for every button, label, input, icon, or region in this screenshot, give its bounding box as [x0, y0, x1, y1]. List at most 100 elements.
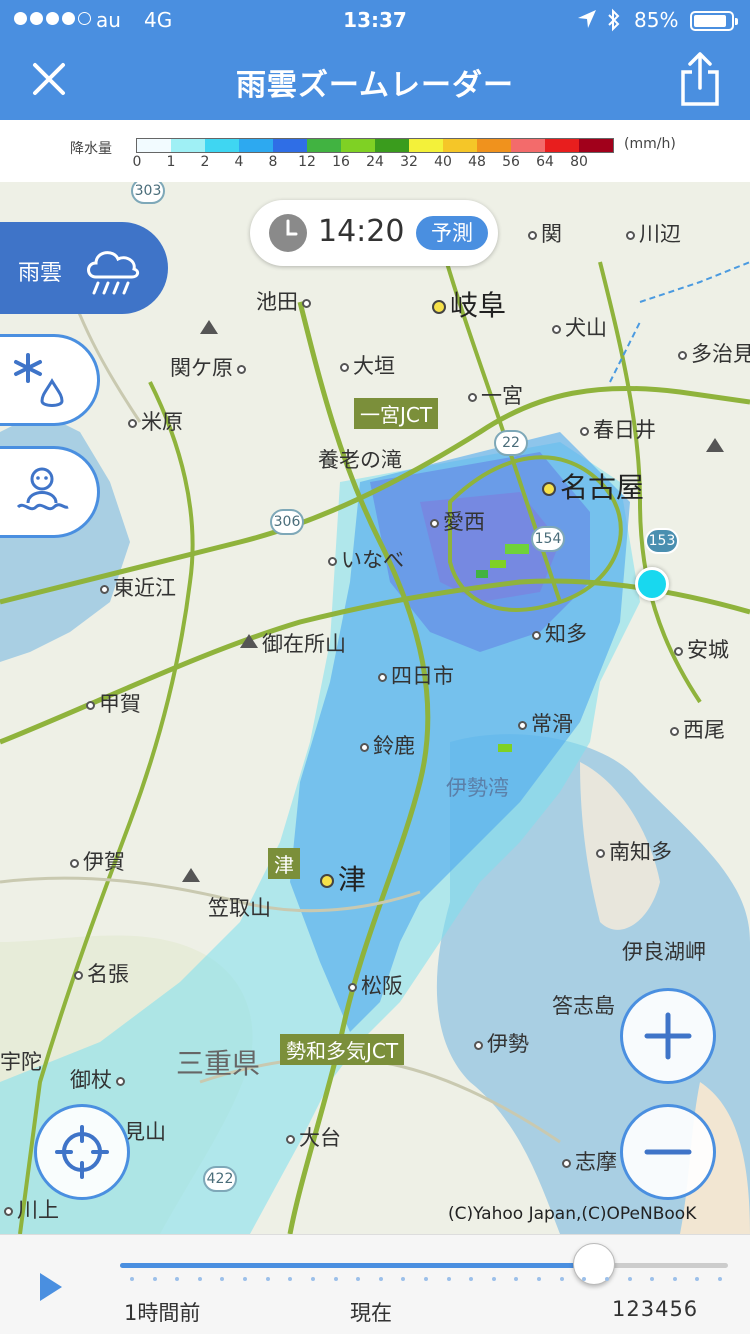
legend-swatch	[409, 139, 443, 152]
legend-tick-label: 12	[298, 154, 316, 170]
mountain-icon	[182, 868, 200, 882]
forecast-time-chip[interactable]: 14:20 予測	[250, 200, 498, 266]
place-label: 養老の滝	[318, 448, 402, 472]
timeline-tick	[197, 1277, 202, 1281]
place-label: 池田	[256, 286, 315, 316]
place-label: いなべ	[324, 544, 404, 574]
place-label: 四日市	[374, 660, 454, 690]
legend-label: 降水量	[70, 141, 112, 157]
bluetooth-icon	[606, 8, 622, 37]
timeline-tick	[288, 1277, 293, 1281]
share-button[interactable]	[672, 50, 728, 108]
place-label: 一宮	[464, 380, 523, 410]
place-label: 甲賀	[82, 688, 141, 718]
timeline-tick	[446, 1277, 451, 1281]
mountain-icon	[706, 438, 724, 452]
place-label: 御在所山	[262, 632, 346, 656]
zoom-in-button[interactable]	[620, 988, 716, 1084]
highway-junction-tag: 一宮JCT	[354, 398, 439, 429]
timeline-tick	[469, 1277, 474, 1281]
place-label: 春日井	[576, 414, 656, 444]
timeline-label-future: 123456	[612, 1297, 699, 1321]
place-label: 伊勢湾	[446, 776, 509, 800]
legend-tick-label: 80	[570, 154, 588, 170]
timeline-tick	[401, 1277, 406, 1281]
timeline-tick	[672, 1277, 677, 1281]
place-label: 東近江	[96, 572, 176, 602]
radar-map[interactable]: 303 22 306 154 153 422 関 川辺 岐阜 池田 犬山 多治見…	[0, 182, 750, 1234]
zoom-out-button[interactable]	[620, 1104, 716, 1200]
highway-junction-tag: 津	[268, 848, 300, 879]
legend-unit: (mm/h)	[624, 136, 676, 152]
forecast-time: 14:20	[318, 214, 405, 249]
timeline-tick	[695, 1277, 700, 1281]
highway-junction-tag: 勢和多気JCT	[280, 1034, 405, 1065]
mountain-icon	[200, 320, 218, 334]
legend-tick-label: 48	[468, 154, 486, 170]
legend-swatch	[545, 139, 579, 152]
legend-tick-label: 56	[502, 154, 520, 170]
route-shield: 303	[131, 182, 165, 204]
place-label: 大垣	[336, 350, 395, 380]
timeline-tick	[310, 1277, 315, 1281]
place-label: 御杖	[70, 1064, 129, 1094]
place-label: 三重県	[176, 1047, 261, 1080]
current-location-marker	[635, 567, 669, 601]
timeline-tick	[604, 1277, 609, 1281]
place-label: 川上	[0, 1194, 59, 1224]
route-shield: 422	[203, 1166, 237, 1192]
timeline-tick	[514, 1277, 519, 1281]
legend-swatch	[375, 139, 409, 152]
place-label: 関ケ原	[170, 352, 250, 382]
timeline-tick	[130, 1277, 134, 1281]
legend-tick-label: 1	[166, 154, 176, 170]
battery-icon	[690, 11, 738, 31]
snow-icon	[14, 353, 64, 407]
place-label: 犬山	[548, 312, 607, 342]
rain-cloud-icon	[87, 251, 140, 295]
plus-icon	[644, 1012, 692, 1060]
location-arrow-icon	[576, 8, 598, 35]
place-label: 大台	[282, 1122, 341, 1152]
place-label: 西尾	[666, 714, 725, 744]
timeline-tick	[650, 1277, 655, 1281]
tab-rain-cloud[interactable]: 雨雲	[0, 222, 168, 314]
legend-swatch	[239, 139, 273, 152]
place-label: 安城	[670, 634, 729, 664]
timeline-tick	[175, 1277, 180, 1281]
place-label: 伊賀	[66, 846, 125, 876]
timeline-tick	[152, 1277, 157, 1281]
timeline-label-past: 1時間前	[124, 1301, 201, 1325]
place-label: 名古屋	[538, 466, 644, 506]
legend-swatch	[341, 139, 375, 152]
share-icon	[681, 52, 719, 106]
timeline-bar: 1時間前 現在 123456	[0, 1234, 750, 1334]
place-label: 鈴鹿	[356, 730, 415, 760]
play-button[interactable]	[40, 1273, 62, 1301]
status-bar: au 4G 13:37 85%	[0, 0, 750, 40]
legend-swatch	[273, 139, 307, 152]
timeline-tick	[243, 1277, 248, 1281]
timeline-tick	[559, 1277, 564, 1281]
mountain-icon	[240, 634, 258, 648]
legend-swatch	[171, 139, 205, 152]
current-location-button[interactable]	[34, 1104, 130, 1200]
place-label: 津	[316, 858, 366, 898]
crosshair-icon	[55, 1125, 109, 1179]
timeline-tick	[378, 1277, 383, 1281]
legend-swatch	[477, 139, 511, 152]
page-title: 雨雲ズームレーダー	[235, 68, 515, 103]
timeline-slider[interactable]	[120, 1263, 728, 1268]
place-label: 答志島	[552, 994, 615, 1018]
legend-ticks: 0 1 2 4 8 12 16 24 32 40 48 56 64 80	[132, 154, 616, 174]
forecast-badge: 予測	[416, 216, 488, 250]
timeline-tick	[424, 1277, 428, 1281]
timeline-ticks	[120, 1277, 728, 1283]
tab-snow[interactable]	[0, 334, 100, 426]
legend-swatch	[579, 139, 613, 152]
place-label: 見山	[124, 1120, 166, 1144]
legend-tick-label: 0	[132, 154, 142, 170]
legend-tick-label: 8	[268, 154, 278, 170]
legend-tick-label: 32	[400, 154, 418, 170]
tab-snow-depth[interactable]	[0, 446, 100, 538]
